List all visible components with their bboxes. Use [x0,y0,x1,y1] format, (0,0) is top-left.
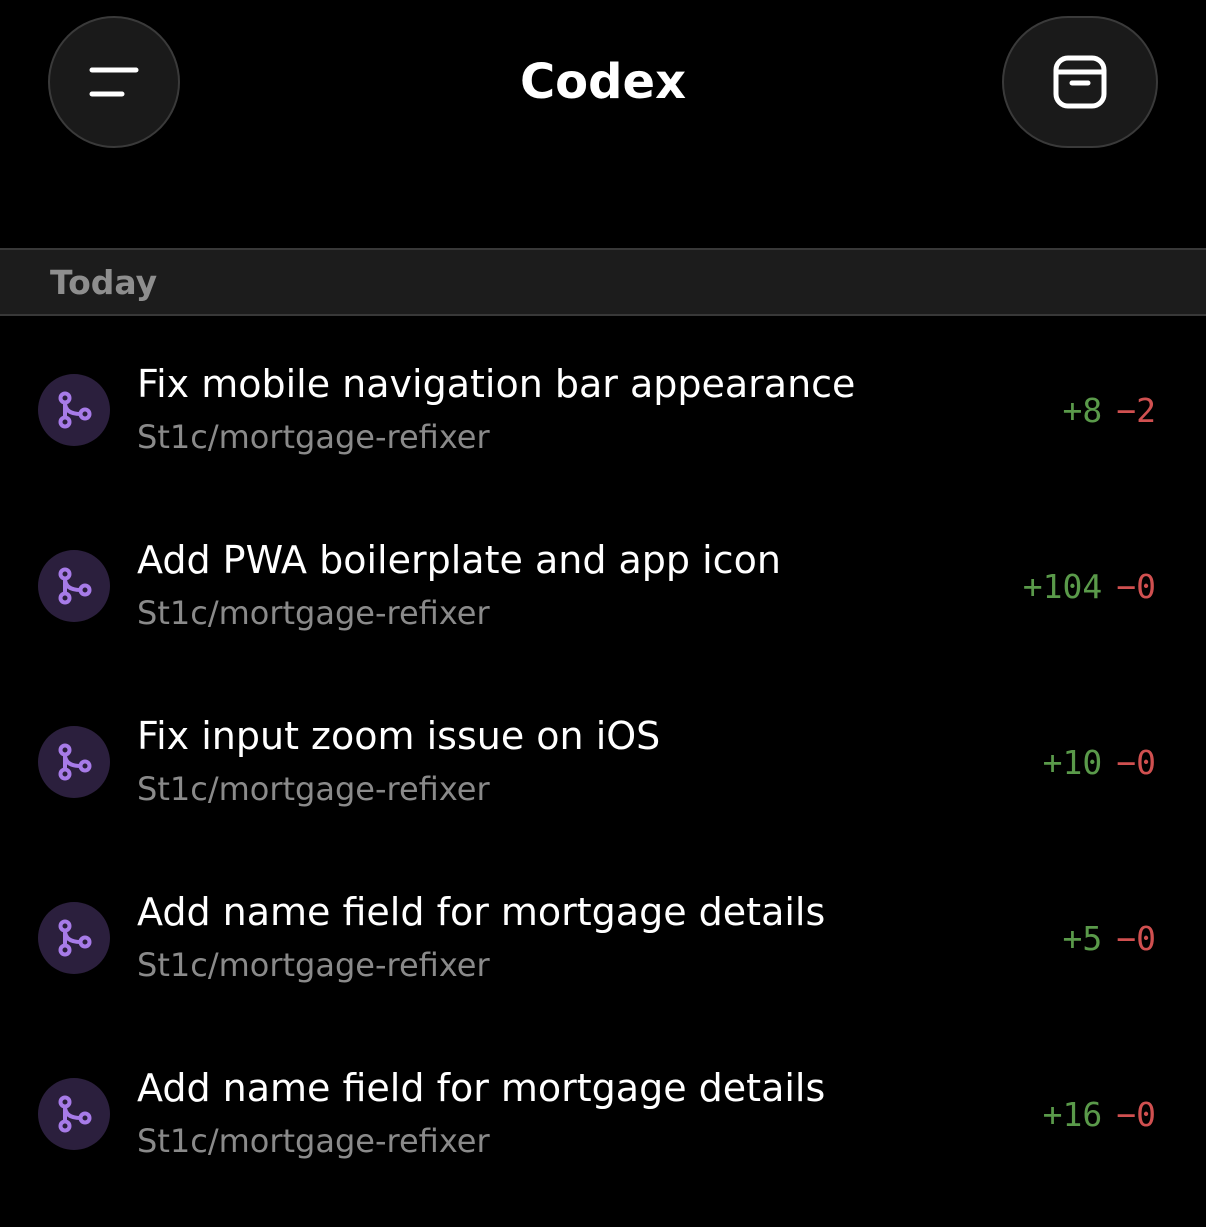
deletions-count: −0 [1116,919,1156,958]
task-title: Fix mobile navigation bar appearance [137,362,856,406]
task-title: Add PWA boilerplate and app icon [137,538,781,582]
archive-icon [1053,55,1107,109]
diff-stats: +8 −2 [1063,390,1157,432]
diff-stats: +10 −0 [1043,742,1156,784]
deletions-count: −0 [1116,567,1156,606]
branch-icon [38,726,110,798]
section-label: Today [50,263,158,302]
task-title: Fix input zoom issue on iOS [137,714,661,758]
branch-icon [38,1078,110,1150]
codex-screen: Codex Today Fix mobile navigation bar ap… [0,0,1206,1227]
diff-stats: +5 −0 [1063,918,1157,960]
branch-icon [38,902,110,974]
task-row[interactable]: Add PWA boilerplate and app icon St1c/mo… [0,492,1206,668]
deletions-count: −2 [1116,391,1156,430]
task-title: Add name field for mortgage details [137,890,826,934]
task-row[interactable]: Fix mobile navigation bar appearance St1… [0,316,1206,492]
task-repo: St1c/mortgage-refixer [137,770,490,808]
additions-count: +16 [1042,1095,1103,1134]
task-title: Add name field for mortgage details [137,1066,826,1110]
diff-stats: +16 −0 [1043,1094,1156,1136]
deletions-count: −0 [1116,743,1156,782]
diff-stats: +104 −0 [1023,566,1156,608]
deletions-count: −0 [1116,1095,1156,1134]
task-row[interactable]: Add name field for mortgage details St1c… [0,1020,1206,1196]
archive-button[interactable] [1002,16,1158,148]
branch-icon [38,550,110,622]
task-list: Fix mobile navigation bar appearance St1… [0,316,1206,1196]
task-row[interactable]: Fix input zoom issue on iOS St1c/mortgag… [0,668,1206,844]
additions-count: +8 [1062,391,1103,430]
task-repo: St1c/mortgage-refixer [137,946,490,984]
section-header-today: Today [0,248,1206,316]
additions-count: +104 [1022,567,1103,606]
task-row[interactable]: Add name field for mortgage details St1c… [0,844,1206,1020]
top-bar: Codex [0,0,1206,170]
additions-count: +5 [1062,919,1103,958]
branch-icon [38,374,110,446]
additions-count: +10 [1042,743,1103,782]
task-repo: St1c/mortgage-refixer [137,418,490,456]
task-repo: St1c/mortgage-refixer [137,1122,490,1160]
task-repo: St1c/mortgage-refixer [137,594,490,632]
